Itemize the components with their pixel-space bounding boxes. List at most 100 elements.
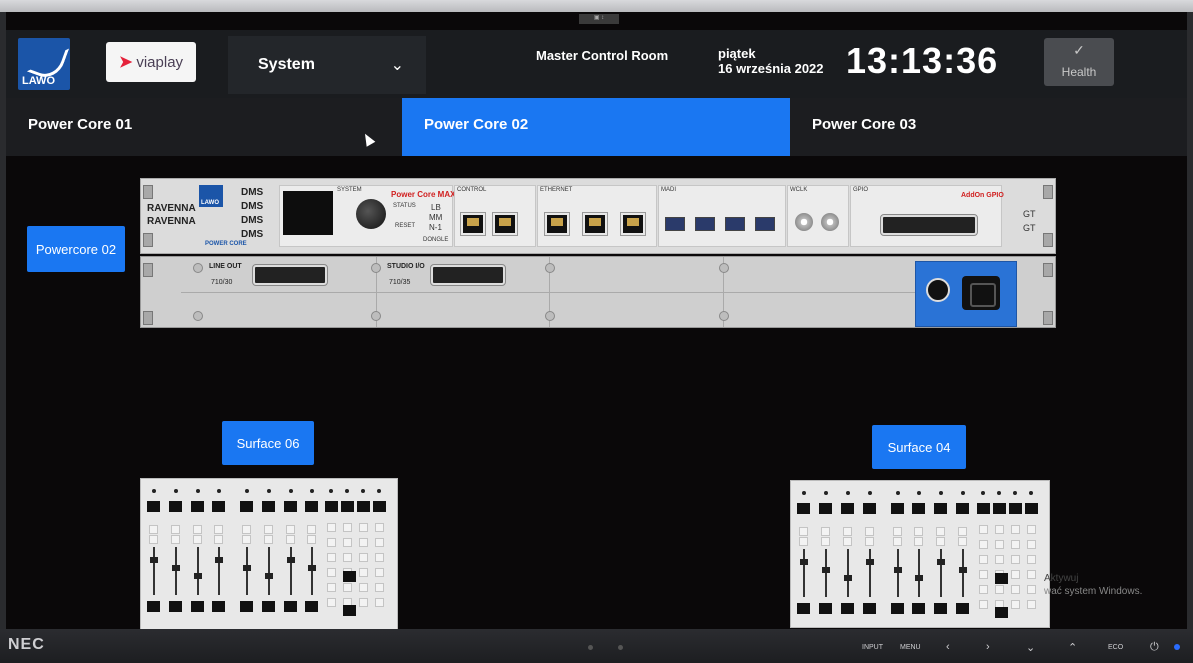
monitor-input-button[interactable]: INPUT [862, 644, 883, 651]
rack-ear [143, 311, 153, 325]
channel-led [289, 489, 293, 493]
center-key [325, 501, 338, 512]
center-key [995, 607, 1008, 618]
channel-key [912, 603, 925, 614]
fader-track [311, 547, 313, 595]
channel-led [217, 489, 221, 493]
madi-port [755, 217, 775, 231]
center-key [1025, 503, 1038, 514]
down-arrow-icon[interactable]: ⌄ [1026, 641, 1035, 654]
slot-divider [181, 292, 915, 293]
screen: ▣ ↕ LAWO ➤ viaplay System ⌄ Master Contr… [6, 12, 1187, 629]
dongle-label: DONGLE [423, 237, 449, 243]
channel-key [956, 503, 969, 514]
ethernet-port [620, 212, 646, 236]
center-button [979, 525, 988, 534]
fader-knob [243, 565, 251, 571]
system-label: SYSTEM [337, 187, 362, 193]
monitor-eco-button[interactable]: ECO [1108, 644, 1123, 651]
tab-power-core-02[interactable]: Power Core 02 [402, 98, 790, 156]
gpio-connector [880, 214, 978, 236]
card-model: 710/30 [211, 279, 233, 286]
left-arrow-icon[interactable]: ‹ [946, 641, 950, 653]
center-led [981, 491, 985, 495]
rack-ear [1043, 311, 1053, 325]
center-key [341, 501, 354, 512]
addon-gpio-label: AddOn GPIO [961, 192, 1004, 199]
channel-led [896, 491, 900, 495]
center-button [343, 538, 352, 547]
surface-04-button[interactable]: Surface 04 [872, 425, 966, 469]
monitor-bezel-top [0, 0, 1193, 12]
center-led [1013, 491, 1017, 495]
clock: 13:13:36 [846, 40, 999, 81]
powercore-02-button[interactable]: Powercore 02 [27, 226, 125, 272]
health-button[interactable]: ✓ Health [1044, 38, 1114, 86]
fader-knob [150, 557, 158, 563]
center-key [995, 573, 1008, 584]
bezel-sensor [588, 645, 593, 650]
right-arrow-icon[interactable]: › [986, 641, 990, 653]
channel-button [821, 537, 830, 546]
tab-power-core-01[interactable]: Power Core 01 [6, 98, 402, 156]
channel-button [936, 537, 945, 546]
check-icon: ✓ [1073, 42, 1085, 58]
tab-label: Power Core 03 [812, 116, 917, 133]
channel-key [212, 601, 225, 612]
channel-led [802, 491, 806, 495]
center-led [329, 489, 333, 493]
center-led [377, 489, 381, 493]
center-button [1011, 555, 1020, 564]
channel-button [286, 525, 295, 534]
channel-key [169, 601, 182, 612]
channel-led [939, 491, 943, 495]
channel-key [147, 601, 160, 612]
channel-key [841, 503, 854, 514]
channel-led [152, 489, 156, 493]
channel-key [169, 501, 182, 512]
surface-06-button[interactable]: Surface 06 [222, 421, 314, 465]
screw [719, 311, 729, 321]
channel-button [264, 535, 273, 544]
channel-key [797, 603, 810, 614]
surface-06-image[interactable] [140, 478, 398, 629]
channel-button [193, 535, 202, 544]
center-button [995, 555, 1004, 564]
system-dropdown[interactable]: System ⌄ [228, 36, 426, 94]
lawo-logo: LAWO [18, 37, 70, 90]
monitor-menu-button[interactable]: MENU [900, 644, 921, 651]
line-out-connector [252, 264, 328, 286]
channel-button [193, 525, 202, 534]
screw [193, 263, 203, 273]
channel-key [956, 603, 969, 614]
madi-port [695, 217, 715, 231]
power-led [1174, 644, 1180, 650]
center-button [979, 540, 988, 549]
surface-label: Surface 06 [236, 435, 300, 451]
center-button [995, 585, 1004, 594]
fader-track [218, 547, 220, 595]
channel-key [891, 503, 904, 514]
center-button [979, 555, 988, 564]
surface-04-image[interactable] [790, 480, 1050, 628]
center-button [359, 568, 368, 577]
fader-track [940, 549, 942, 597]
rack-ear [143, 233, 153, 247]
day-name: piątek [718, 46, 756, 61]
channel-button [214, 535, 223, 544]
wclk-out-connector [821, 213, 839, 231]
center-button [1011, 585, 1020, 594]
up-arrow-icon[interactable]: ⌃ [1068, 641, 1077, 654]
center-key [357, 501, 370, 512]
nec-logo: NEC [8, 636, 45, 653]
tab-power-core-03[interactable]: Power Core 03 [790, 98, 1187, 156]
channel-key [934, 603, 947, 614]
power-core-chassis[interactable]: RAVENNA RAVENNA LAWO POWER CORE DMS DMS … [140, 178, 1056, 328]
channel-button [149, 525, 158, 534]
power-inlet [962, 276, 1000, 310]
power-icon[interactable]: ⏻ [1150, 641, 1159, 654]
channel-key [863, 503, 876, 514]
fader-track [825, 549, 827, 597]
madi-port [725, 217, 745, 231]
screw [545, 263, 555, 273]
